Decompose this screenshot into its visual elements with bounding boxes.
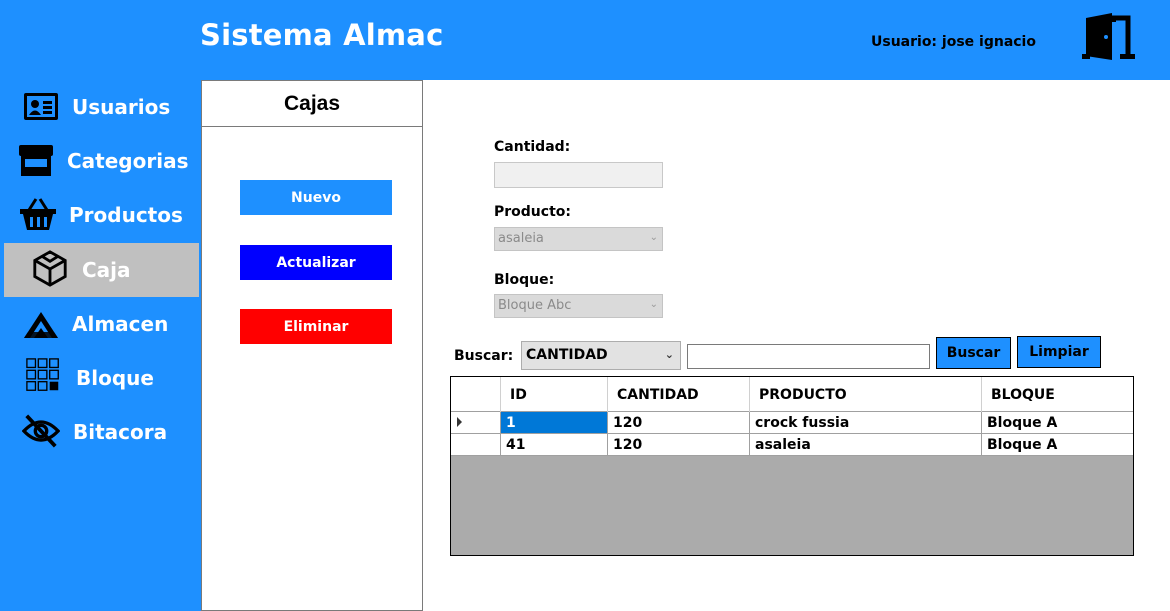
cantidad-label: Cantidad: — [494, 139, 571, 155]
column-header-cantidad[interactable]: CANTIDAD — [608, 377, 750, 412]
main-window: Sistema Almac Usuario: jose ignacio Usua… — [0, 0, 1170, 611]
current-user-label: Usuario: jose ignacio — [871, 34, 1036, 50]
bloque-label: Bloque: — [494, 272, 555, 288]
sidebar-item-label: Bitacora — [73, 420, 168, 444]
cantidad-input[interactable] — [494, 162, 663, 188]
limpiar-button[interactable]: Limpiar — [1017, 336, 1101, 368]
bloque-select-value: Bloque Abc — [498, 298, 572, 313]
cube-icon — [31, 249, 69, 287]
store-icon — [17, 142, 55, 180]
sidebar-item-label: Bloque — [76, 366, 154, 390]
sidebar-item-bitacora[interactable]: Bitacora — [0, 405, 200, 459]
cell-id[interactable]: 41 — [501, 434, 608, 455]
cell-producto[interactable]: crock fussia — [750, 412, 982, 433]
sidebar-item-caja[interactable]: Caja — [4, 243, 199, 297]
actualizar-button[interactable]: Actualizar — [240, 245, 392, 280]
panel-title: Cajas — [283, 91, 341, 115]
producto-select-value: asaleia — [498, 231, 544, 246]
sidebar-item-productos[interactable]: Productos — [0, 188, 200, 242]
row-header-corner — [451, 377, 501, 412]
current-row-arrow-icon — [457, 417, 462, 427]
table-row[interactable]: 1 120 crock fussia Bloque A — [451, 412, 1133, 434]
column-header-bloque[interactable]: BLOQUE — [982, 377, 1133, 412]
producto-label: Producto: — [494, 204, 571, 220]
sidebar-item-label: Caja — [82, 258, 131, 282]
sidebar-item-categorias[interactable]: Categorias — [0, 134, 200, 188]
sidebar-item-label: Usuarios — [72, 95, 171, 119]
basket-icon — [19, 195, 57, 233]
eliminar-button[interactable]: Eliminar — [240, 309, 392, 344]
cell-id[interactable]: 1 — [501, 412, 608, 433]
grid-header: ID CANTIDAD PRODUCTO BLOQUE — [451, 377, 1133, 412]
actions-panel: Cajas Nuevo Actualizar Eliminar — [201, 80, 423, 611]
cell-producto[interactable]: asaleia — [750, 434, 982, 455]
app-title: Sistema Almac — [200, 18, 444, 52]
nuevo-button[interactable]: Nuevo — [240, 180, 392, 215]
sidebar: Usuarios Categorias Productos Caja Almac… — [0, 80, 200, 611]
logout-door-icon[interactable] — [1082, 12, 1138, 62]
buscar-label: Buscar: — [454, 348, 514, 364]
search-input[interactable] — [687, 344, 930, 369]
table-row[interactable]: 41 120 asaleia Bloque A — [451, 434, 1133, 456]
sidebar-item-label: Categorias — [67, 149, 189, 173]
user-card-icon — [22, 88, 60, 126]
sidebar-item-bloque[interactable]: Bloque — [0, 351, 200, 405]
chevron-down-icon: ⌄ — [664, 348, 674, 361]
bloque-select[interactable]: Bloque Abc ⌄ — [494, 294, 663, 318]
sidebar-item-label: Almacen — [72, 312, 169, 336]
cell-cantidad[interactable]: 120 — [608, 434, 750, 455]
search-field-value: CANTIDAD — [526, 347, 608, 363]
cell-bloque[interactable]: Bloque A — [982, 434, 1133, 455]
eye-off-icon — [22, 412, 60, 450]
grid-blocks-icon — [25, 357, 63, 395]
column-header-id[interactable]: ID — [501, 377, 608, 412]
cell-cantidad[interactable]: 120 — [608, 412, 750, 433]
panel-header: Cajas — [202, 81, 422, 127]
sidebar-item-almacen[interactable]: Almacen — [0, 297, 200, 351]
warehouse-icon — [22, 306, 60, 344]
search-field-select[interactable]: CANTIDAD ⌄ — [521, 341, 681, 370]
cell-bloque[interactable]: Bloque A — [982, 412, 1133, 433]
row-selector[interactable] — [451, 412, 501, 433]
producto-select[interactable]: asaleia ⌄ — [494, 227, 663, 251]
sidebar-item-usuarios[interactable]: Usuarios — [0, 80, 200, 134]
chevron-down-icon: ⌄ — [649, 232, 658, 243]
buscar-button[interactable]: Buscar — [936, 337, 1011, 369]
row-selector[interactable] — [451, 434, 501, 455]
data-grid[interactable]: ID CANTIDAD PRODUCTO BLOQUE 1 120 crock … — [450, 376, 1134, 556]
chevron-down-icon: ⌄ — [649, 299, 658, 310]
column-header-producto[interactable]: PRODUCTO — [750, 377, 982, 412]
sidebar-item-label: Productos — [69, 203, 183, 227]
